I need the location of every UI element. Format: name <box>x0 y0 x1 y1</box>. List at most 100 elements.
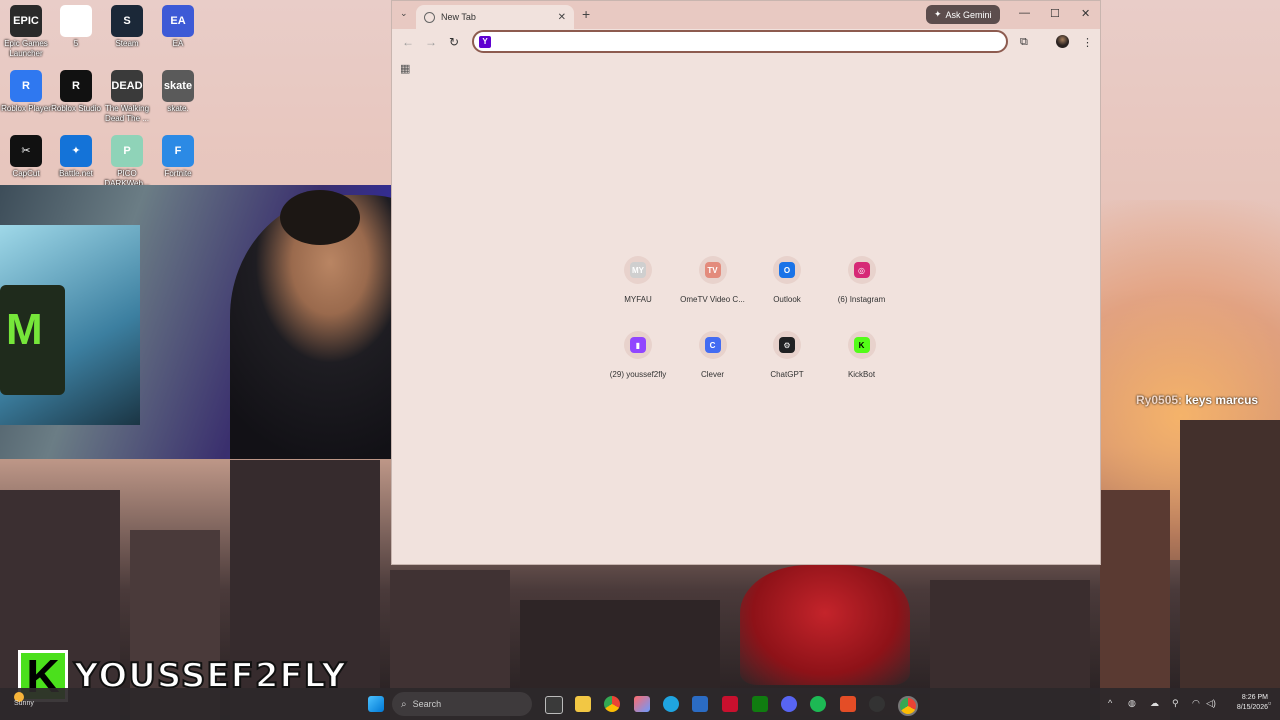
discord-icon[interactable] <box>781 696 797 712</box>
desktop-shortcut[interactable]: DEAD The Walking Dead The ... <box>101 70 153 124</box>
chrome-icon[interactable] <box>604 696 620 712</box>
toolbar: ← → ↻ Y ⧉ ⋮ <box>392 29 1100 57</box>
app-icon[interactable] <box>840 696 856 712</box>
shortcut-tile[interactable]: ◎ (6) Instagram <box>821 256 903 304</box>
desktop-shortcut-label: Fortnite <box>164 169 192 178</box>
task-view-icon[interactable] <box>545 696 563 714</box>
start-icon[interactable] <box>368 696 384 712</box>
chat-text: keys marcus <box>1182 393 1259 407</box>
app-icon: S <box>111 5 143 37</box>
shortcut-tile[interactable]: MY MYFAU <box>597 256 679 304</box>
app-icon: R <box>10 70 42 102</box>
desktop-shortcut-label: CapCut <box>12 169 40 178</box>
desktop-shortcut[interactable]: 5 <box>50 5 102 49</box>
app-icon: R <box>60 70 92 102</box>
apps-grid-icon[interactable]: ▦ <box>400 62 410 75</box>
close-window-icon[interactable]: ✕ <box>1081 7 1090 20</box>
desktop-shortcut[interactable]: P PICO DARKWeb... <box>101 135 153 189</box>
shortcut-tile[interactable]: K KickBot <box>821 331 903 379</box>
shortcut-tile[interactable]: ▮ (29) youssef2fly <box>597 331 679 379</box>
clock-date: 8/15/2026 <box>1236 704 1268 711</box>
taskbar: Sunny ⌕ Search ^ ◍ ☁ ⚲ ◠ ◁) 8:26 PM 8/15… <box>0 688 1280 720</box>
file-explorer-icon[interactable] <box>575 696 591 712</box>
desktop-shortcut[interactable]: EA EA <box>152 5 204 49</box>
sparkle-icon: ✦ <box>934 9 942 19</box>
store-icon[interactable] <box>692 696 708 712</box>
address-input[interactable] <box>496 34 1000 51</box>
shortcut-label: Outlook <box>773 295 801 304</box>
desktop-shortcut[interactable]: ✂ CapCut <box>0 135 52 179</box>
tab-new-tab[interactable]: New Tab ✕ <box>416 5 574 29</box>
desktop-shortcut-label: Battle.net <box>59 169 93 178</box>
copilot-icon[interactable] <box>634 696 650 712</box>
xbox-icon[interactable] <box>752 696 768 712</box>
search-icon: ⌕ <box>401 698 407 710</box>
shortcut-label: KickBot <box>847 370 876 379</box>
desktop-shortcut-label: Roblox Studio <box>51 104 101 113</box>
tray-usb-icon[interactable]: ⚲ <box>1172 698 1179 709</box>
shortcut-icon: O <box>773 256 801 284</box>
shortcut-tile[interactable]: O Outlook <box>746 256 828 304</box>
maximize-icon[interactable]: ☐ <box>1050 7 1060 20</box>
app-icon: EPIC <box>10 5 42 37</box>
yahoo-icon: Y <box>479 36 491 48</box>
spotify-icon[interactable] <box>810 696 826 712</box>
notification-icon[interactable]: ▫ <box>1268 698 1271 708</box>
clock[interactable]: 8:26 PM 8/15/2026 <box>1218 693 1268 713</box>
shortcut-tile[interactable]: C Clever <box>672 331 754 379</box>
taskbar-search[interactable]: ⌕ Search <box>392 692 532 716</box>
shortcut-label: MYFAU <box>624 295 652 304</box>
weather-label: Sunny <box>14 700 34 707</box>
tray-chevron-icon[interactable]: ^ <box>1108 698 1112 708</box>
desktop-shortcut[interactable]: F Fortnite <box>152 135 204 179</box>
volume-icon[interactable]: ◁) <box>1206 698 1216 709</box>
desktop-shortcut-label: skate. <box>167 104 189 113</box>
new-tab-icon[interactable]: + <box>582 6 590 22</box>
shortcut-label: ChatGPT <box>770 370 804 379</box>
tray-app-icon[interactable]: ◍ <box>1128 698 1136 709</box>
obs-icon[interactable] <box>869 696 885 712</box>
ask-gemini-button[interactable]: ✦ Ask Gemini <box>926 5 1000 24</box>
shortcut-tile[interactable]: ⚙ ChatGPT <box>746 331 828 379</box>
shortcut-icon: TV <box>698 256 727 284</box>
address-bar[interactable]: Y <box>472 30 1008 53</box>
shortcut-label: Clever <box>700 370 725 379</box>
clock-time: 8:26 PM <box>1241 694 1268 701</box>
profile-avatar[interactable] <box>1056 35 1069 48</box>
menu-icon[interactable]: ⋮ <box>1082 36 1093 49</box>
wifi-icon[interactable]: ◠ <box>1192 698 1200 709</box>
shortcut-icon: ▮ <box>624 331 652 359</box>
chrome-active-icon[interactable] <box>898 696 918 716</box>
shortcut-label: (29) youssef2fly <box>609 370 667 379</box>
desktop-shortcut[interactable]: skate skate. <box>152 70 204 114</box>
desktop-shortcut[interactable]: R Roblox Player <box>0 70 52 114</box>
reload-icon[interactable]: ↻ <box>449 35 459 49</box>
desktop-shortcut[interactable]: EPIC Epic Games Launcher <box>0 5 52 59</box>
app-icon: skate <box>162 70 194 102</box>
app-icon <box>60 5 92 37</box>
extensions-icon[interactable]: ⧉ <box>1020 36 1028 49</box>
chat-message: Ry0505: keys marcus <box>1136 393 1258 407</box>
desktop-shortcut-label: 5 <box>73 39 79 48</box>
minimize-icon[interactable]: — <box>1019 7 1030 19</box>
shortcut-tile[interactable]: TV OmeTV Video C... <box>672 256 754 304</box>
tab-title: New Tab <box>441 12 476 22</box>
edge-icon[interactable] <box>663 696 679 712</box>
tray-cloud-icon[interactable]: ☁ <box>1150 698 1159 709</box>
forward-icon[interactable]: → <box>425 35 437 49</box>
globe-icon <box>424 11 435 23</box>
close-tab-icon[interactable]: ✕ <box>558 12 566 23</box>
mcafee-icon[interactable] <box>722 696 738 712</box>
spider-figure <box>740 565 910 685</box>
desktop-shortcut[interactable]: R Roblox Studio <box>50 70 102 114</box>
desktop-shortcut-label: Epic Games Launcher <box>4 39 48 58</box>
tab-search-icon[interactable]: ⌄ <box>400 8 408 19</box>
desktop-shortcut[interactable]: ✦ Battle.net <box>50 135 102 179</box>
desktop-shortcut-label: Steam <box>115 39 139 48</box>
app-icon: DEAD <box>111 70 143 102</box>
shortcut-label: (6) Instagram <box>837 295 886 304</box>
chat-user: Ry0505: <box>1136 393 1183 407</box>
shortcut-label: OmeTV Video C... <box>680 295 745 304</box>
desktop-shortcut[interactable]: S Steam <box>101 5 153 49</box>
back-icon[interactable]: ← <box>402 35 414 49</box>
